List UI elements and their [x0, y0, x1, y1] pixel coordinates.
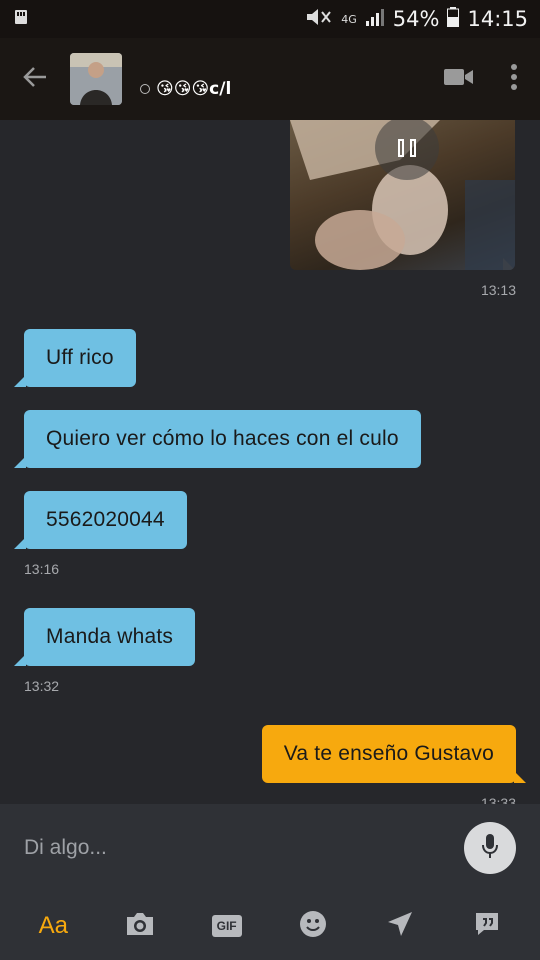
status-dot	[140, 84, 150, 94]
incoming-message[interactable]: 5562020044	[14, 491, 187, 549]
back-arrow-icon	[22, 65, 48, 93]
text-button[interactable]: Aa	[23, 896, 83, 956]
quick-reply-button[interactable]	[457, 896, 517, 956]
message-time: 13:16	[24, 561, 60, 577]
battery-icon	[447, 6, 460, 32]
outgoing-message[interactable]: Va te enseño Gustavo	[261, 725, 526, 783]
camera-button[interactable]	[110, 896, 170, 956]
gif-button[interactable]: GIF	[197, 896, 257, 956]
mic-button[interactable]	[464, 822, 516, 874]
message-list[interactable]: 13:13 Uff rico Quiero ver cómo lo haces …	[0, 120, 540, 804]
emoji-button[interactable]	[283, 896, 343, 956]
message-text: Manda whats	[46, 625, 174, 648]
sd-card-icon	[12, 8, 30, 30]
clock: 14:15	[467, 7, 528, 31]
pause-icon	[398, 139, 404, 157]
network-type: 4G	[341, 12, 357, 26]
message-time: 13:13	[480, 282, 516, 298]
mic-icon	[481, 833, 499, 863]
battery-percent: 54%	[392, 7, 440, 31]
message-text: Uff rico	[46, 346, 114, 369]
contact-name: 😘😘😘c/l	[156, 79, 232, 99]
incoming-message[interactable]: Uff rico	[14, 329, 136, 387]
camera-icon	[124, 911, 156, 941]
video-message[interactable]	[290, 120, 515, 270]
status-bar: 4G 54% 14:15	[0, 0, 540, 38]
message-text: 5562020044	[46, 508, 165, 531]
location-icon	[386, 910, 414, 942]
quick-reply-icon	[473, 910, 501, 942]
text-format-label: Aa	[38, 912, 68, 939]
message-input[interactable]: Di algo...	[24, 836, 540, 860]
avatar[interactable]	[70, 53, 122, 105]
message-text: Quiero ver cómo lo haces con el culo	[46, 427, 399, 450]
message-time: 13:33	[480, 795, 516, 804]
location-button[interactable]	[370, 896, 430, 956]
back-button[interactable]	[0, 38, 70, 120]
chat-toolbar: Aa GIF	[0, 892, 540, 960]
incoming-message[interactable]: Quiero ver cómo lo haces con el culo	[14, 410, 421, 468]
gif-icon: GIF	[211, 915, 242, 937]
chat-header: 😘😘😘c/l	[0, 38, 540, 120]
incoming-message[interactable]: Manda whats	[14, 608, 196, 666]
contact-info[interactable]: 😘😘😘c/l	[140, 38, 231, 120]
mute-icon	[305, 7, 333, 32]
composer: Di algo...	[0, 804, 540, 892]
more-icon[interactable]	[510, 64, 518, 94]
message-time: 13:32	[24, 678, 60, 694]
message-text: Va te enseño Gustavo	[283, 742, 494, 765]
video-call-icon[interactable]	[444, 67, 474, 91]
emoji-icon	[299, 910, 327, 942]
signal-icon	[365, 7, 385, 31]
